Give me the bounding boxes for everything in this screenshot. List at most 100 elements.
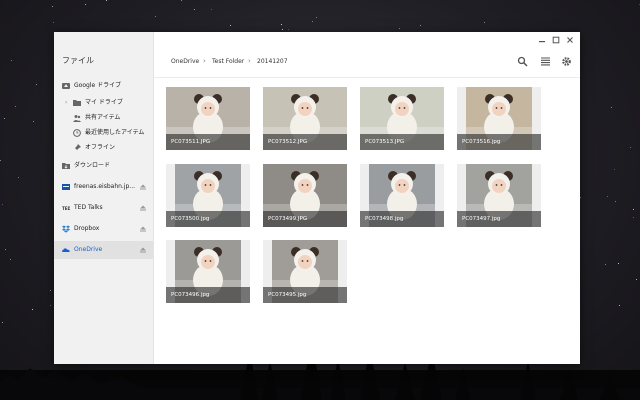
star [181,0,182,1]
file-name-label: PC073499.JPG [263,211,347,227]
star [155,16,156,17]
star [618,263,619,264]
star [580,197,581,198]
sidebar: ファイル Google ドライブ › マイ ドライブ 共有アイテム 最近使用した… [54,32,154,364]
star [281,24,282,25]
file-thumbnail[interactable]: PC073497.jpg [457,164,541,227]
sidebar-item-label: 最近使用したアイテム [85,129,145,136]
eject-icon[interactable] [140,247,146,253]
files-app-window: ファイル Google ドライブ › マイ ドライブ 共有アイテム 最近使用した… [54,32,580,364]
star [615,201,616,202]
star [611,107,612,108]
file-name-label: PC073498.jpg [360,211,444,227]
star [52,6,53,7]
file-name-label: PC073496.jpg [166,287,250,303]
star [312,21,313,22]
breadcrumb-test-folder[interactable]: Test Folder [212,58,244,65]
sidebar-item-label: OneDrive [74,246,103,253]
star [85,4,86,5]
star [18,177,19,178]
star [399,28,400,29]
star [282,29,283,30]
sidebar-item-label: 共有アイテム [85,114,121,121]
star [614,169,615,170]
eject-icon[interactable] [140,205,146,211]
sidebar-item-label: Google ドライブ [74,82,122,89]
sidebar-item-downloads[interactable]: ダウンロード [54,157,153,175]
file-thumbnail[interactable]: PC073500.jpg [166,164,250,227]
star [11,60,12,61]
star [2,322,3,323]
file-thumbnail[interactable]: PC073496.jpg [166,240,250,303]
star [106,0,107,1]
star [630,147,631,148]
file-thumbnail[interactable]: PC073498.jpg [360,164,444,227]
sidebar-item-onedrive[interactable]: OneDrive [54,241,153,259]
file-thumbnail[interactable]: PC073516.jpg [457,87,541,150]
eject-icon[interactable] [140,226,146,232]
file-name-label: PC073516.jpg [457,134,541,150]
star [605,264,606,265]
sidebar-item-label: freenas.eisbahn.jp... [74,183,136,190]
download-icon [62,163,70,169]
eject-icon[interactable] [140,184,146,190]
pin-icon [73,144,81,152]
sidebar-item-label: マイ ドライブ [85,99,123,106]
star [316,17,317,18]
file-name-label: PC073500.jpg [166,211,250,227]
sidebar-item-offline[interactable]: オフライン [54,139,153,157]
star [15,106,16,107]
maximize-icon[interactable] [552,36,560,44]
search-icon[interactable] [517,56,528,67]
drive-icon [62,83,70,89]
file-name-label: PC073513.JPG [360,134,444,150]
file-name-label: PC073497.jpg [457,211,541,227]
star [0,160,1,161]
star [619,305,620,306]
gear-icon[interactable] [561,56,572,67]
file-thumbnail[interactable]: PC073511.JPG [166,87,250,150]
dropbox-icon [62,225,70,233]
file-list-area: OneDrive › Test Folder › 20141207 PC0735… [154,32,580,364]
star [194,9,195,10]
expand-arrow-icon[interactable]: › [65,99,67,106]
list-view-icon[interactable] [540,56,551,67]
star [50,305,51,306]
sidebar-title: ファイル [62,56,94,65]
star [230,25,231,26]
star [211,9,212,10]
star [420,25,421,26]
onedrive-icon [62,248,70,252]
ted-icon: TED [62,206,70,211]
file-thumbnail[interactable]: PC073499.JPG [263,164,347,227]
file-thumbnail[interactable]: PC073513.JPG [360,87,444,150]
star [4,118,5,119]
star [32,309,33,310]
close-icon[interactable] [566,36,574,44]
sidebar-item-dropbox[interactable]: Dropbox [54,220,153,238]
file-thumbnail[interactable]: PC073512.JPG [263,87,347,150]
sidebar-item-freenas[interactable]: freenas.eisbahn.jp... [54,178,153,196]
star [33,121,34,122]
star [2,204,3,205]
breadcrumb-onedrive[interactable]: OneDrive [171,58,199,65]
star [36,84,37,85]
sidebar-item-label: ダウンロード [74,162,111,169]
star [633,217,634,218]
sidebar-item-ted-talks[interactable]: TED TED Talks [54,199,153,217]
svg-text:TED: TED [62,206,70,211]
file-thumbnail[interactable]: PC073495.jpg [263,240,347,303]
minimize-icon[interactable] [538,36,546,44]
clock-icon [73,129,81,137]
sidebar-item-google-drive[interactable]: Google ドライブ [54,77,153,95]
star [633,209,634,210]
star [607,196,608,197]
star [484,22,485,23]
sidebar-item-label: オフライン [85,144,116,151]
nas-icon [62,184,70,190]
file-name-label: PC073512.JPG [263,134,347,150]
breadcrumb-bar: OneDrive › Test Folder › 20141207 [154,47,580,78]
star [288,29,289,30]
star [53,22,54,23]
breadcrumb-separator: › [248,57,251,65]
